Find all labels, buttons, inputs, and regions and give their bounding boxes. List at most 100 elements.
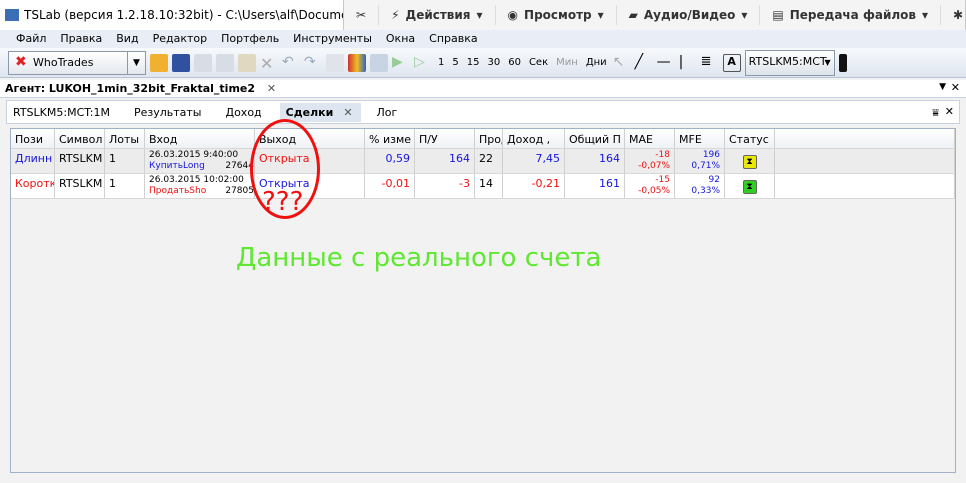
chevron-down-icon: ▼ bbox=[127, 51, 145, 74]
properties-icon[interactable] bbox=[326, 53, 344, 72]
mae-value: -15 bbox=[655, 175, 670, 185]
menu-tools[interactable]: Инструменты bbox=[287, 30, 380, 48]
column-header[interactable]: Пози bbox=[11, 129, 55, 148]
close-icon[interactable]: ✕ bbox=[267, 82, 276, 95]
redo-icon[interactable]: ↷ bbox=[304, 54, 322, 72]
play-icon[interactable]: ▶ bbox=[392, 54, 410, 72]
chart-icon[interactable] bbox=[348, 53, 366, 72]
tab-trades[interactable]: Сделки ✕ bbox=[279, 102, 361, 122]
tab-chart[interactable]: RTSLKM5:MCT:1M bbox=[7, 103, 118, 122]
tab-results[interactable]: Результаты bbox=[128, 103, 210, 122]
app-icon bbox=[5, 9, 19, 21]
symbol-cell: RTSLKM bbox=[59, 152, 103, 165]
table-cell: -0,21 bbox=[503, 174, 565, 198]
column-header[interactable]: Вход bbox=[145, 129, 255, 148]
column-header[interactable]: Доход , bbox=[503, 129, 565, 148]
save-icon[interactable] bbox=[172, 53, 190, 72]
table-cell: 161 bbox=[565, 174, 625, 198]
disconnect-button[interactable]: ✂ bbox=[344, 5, 380, 25]
unit-sec[interactable]: Сек bbox=[527, 57, 550, 68]
broker-select[interactable]: ✖ WhoTrades ▼ bbox=[8, 50, 146, 75]
column-header[interactable]: Лоты bbox=[105, 129, 145, 148]
trades-table: ПозиСимволЛотыВходВыход% измеП/УПродДохо… bbox=[10, 128, 956, 473]
chat-icon: ▰ bbox=[628, 8, 638, 22]
pct-change-cell: -0,01 bbox=[381, 177, 410, 190]
line-icon[interactable]: ╱ bbox=[635, 54, 653, 72]
table-cell: RTSLKM bbox=[55, 174, 105, 198]
tf-15[interactable]: 15 bbox=[465, 57, 482, 68]
vline-icon[interactable]: | bbox=[679, 54, 697, 72]
table-cell: 7,45 bbox=[503, 149, 565, 173]
close-icon[interactable]: ✕ bbox=[343, 106, 352, 119]
tab-income[interactable]: Доход bbox=[219, 103, 269, 122]
tools-icon: ✂ bbox=[356, 8, 367, 22]
table-cell bbox=[775, 149, 955, 173]
text-icon[interactable]: A bbox=[722, 53, 741, 72]
tf-60[interactable]: 60 bbox=[506, 57, 523, 68]
levels-icon[interactable]: ≣ bbox=[701, 54, 719, 72]
cut-icon[interactable] bbox=[216, 53, 234, 72]
column-header[interactable]: Прод bbox=[475, 129, 503, 148]
table-cell: 1 bbox=[105, 149, 145, 173]
table-header: ПозиСимволЛотыВходВыход% измеП/УПродДохо… bbox=[11, 129, 955, 149]
entry-signal: КупитьLong bbox=[149, 161, 205, 171]
hline-icon[interactable]: — bbox=[657, 54, 675, 72]
file-transfer-menu[interactable]: ▤ Передача файлов ▾ bbox=[760, 5, 942, 25]
chevron-down-icon: ▾ bbox=[741, 8, 748, 22]
open-icon[interactable] bbox=[150, 53, 168, 72]
dropdown-icon[interactable]: ▼ bbox=[939, 82, 946, 92]
entry-signal: ПродатьSho bbox=[149, 186, 207, 196]
bars-cell: 22 bbox=[479, 152, 493, 165]
menu-file[interactable]: Файл bbox=[10, 30, 54, 48]
undo-icon[interactable]: ↶ bbox=[282, 54, 300, 72]
tf-1[interactable]: 1 bbox=[436, 57, 446, 68]
table-row[interactable]: Длинн RTSLKM 1 26.03.2015 9:40:00 КупитьLong… bbox=[11, 149, 955, 174]
copy-icon[interactable] bbox=[194, 53, 212, 72]
cursor-icon[interactable]: ↖ bbox=[613, 54, 631, 72]
more-button[interactable]: ✱ bbox=[941, 5, 966, 25]
menu-icon[interactable]: ⩸ bbox=[932, 106, 939, 120]
scheme-icon[interactable] bbox=[370, 53, 388, 72]
column-header[interactable]: Общий П bbox=[565, 129, 625, 148]
column-header[interactable]: Символ bbox=[55, 129, 105, 148]
menu-view[interactable]: Вид bbox=[110, 30, 146, 48]
annotation-note: Данные с реального счета bbox=[236, 243, 602, 273]
color-swatch[interactable] bbox=[838, 53, 847, 72]
eye-icon: ◉ bbox=[507, 8, 519, 22]
unit-min[interactable]: Мин bbox=[554, 57, 580, 68]
actions-menu[interactable]: ⚡ Действия ▾ bbox=[379, 5, 496, 25]
table-row[interactable]: Коротк RTSLKM 1 26.03.2015 10:02:00 ПродатьS… bbox=[11, 174, 955, 199]
mfe-value: 92 bbox=[708, 175, 720, 185]
close-icon[interactable]: ✕ bbox=[945, 105, 954, 118]
column-header[interactable]: П/У bbox=[415, 129, 475, 148]
menu-help[interactable]: Справка bbox=[423, 30, 485, 48]
step-icon[interactable]: ▷ bbox=[414, 54, 432, 72]
table-cell: 14 bbox=[475, 174, 503, 198]
column-header[interactable]: Статус bbox=[725, 129, 775, 148]
delete-icon[interactable]: ✕ bbox=[260, 54, 278, 73]
column-header[interactable]: MAE bbox=[625, 129, 675, 148]
table-cell: ⧗ bbox=[725, 149, 775, 173]
column-header[interactable]: % изме bbox=[365, 129, 415, 148]
audio-video-menu[interactable]: ▰ Аудио/Видео ▾ bbox=[617, 5, 761, 25]
menu-windows[interactable]: Окна bbox=[380, 30, 423, 48]
symbol-select[interactable]: RTSLKM5:MCT ▼ bbox=[744, 49, 835, 76]
entry-date: 26.03.2015 10:02:00 bbox=[149, 175, 244, 185]
mae-pct: -0,05% bbox=[638, 186, 670, 196]
tab-log[interactable]: Лог bbox=[371, 103, 406, 122]
tf-30[interactable]: 30 bbox=[485, 57, 502, 68]
agent-header: Агент: LUKOH_1min_32bit_Fraktal_time2 ✕ … bbox=[0, 80, 966, 98]
mfe-pct: 0,33% bbox=[691, 186, 720, 196]
unit-days[interactable]: Дни bbox=[584, 57, 609, 68]
view-menu[interactable]: ◉ Просмотр ▾ bbox=[496, 5, 617, 25]
menu-portfolio[interactable]: Портфель bbox=[215, 30, 287, 48]
table-cell bbox=[775, 174, 955, 198]
menu-edit[interactable]: Правка bbox=[54, 30, 110, 48]
column-header[interactable]: MFE bbox=[675, 129, 725, 148]
tf-5[interactable]: 5 bbox=[450, 57, 460, 68]
table-cell: 0,59 bbox=[365, 149, 415, 173]
toolbar: ✖ WhoTrades ▼ ✕ ↶ ↷ ▶ ▷ 1 5 15 30 60 Сек М… bbox=[0, 48, 966, 78]
close-icon[interactable]: ✕ bbox=[951, 81, 960, 94]
menu-editor[interactable]: Редактор bbox=[147, 30, 216, 48]
paste-icon[interactable] bbox=[238, 53, 256, 72]
